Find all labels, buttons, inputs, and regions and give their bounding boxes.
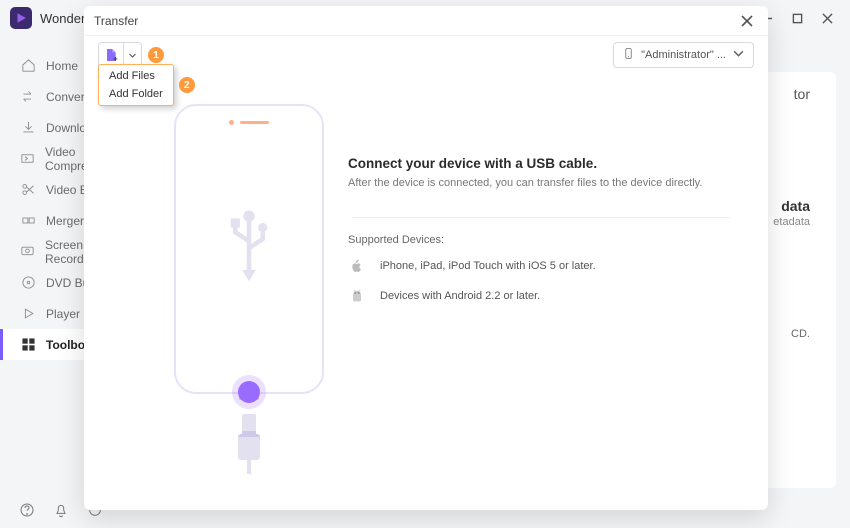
phone-home-button <box>238 381 260 403</box>
device-selector-label: "Administrator" ... <box>641 49 726 61</box>
modal-content: Connect your device with a USB cable. Af… <box>348 156 740 318</box>
menu-item-add-folder[interactable]: Add Folder <box>99 85 173 103</box>
android-icon <box>348 288 366 304</box>
help-icon[interactable] <box>18 501 36 519</box>
device-selector[interactable]: "Administrator" ... <box>613 42 754 68</box>
download-icon <box>20 120 36 136</box>
callout-badge-2: 2 <box>179 77 195 93</box>
content-title: Connect your device with a USB cable. <box>348 156 740 171</box>
supported-title: Supported Devices: <box>348 234 740 246</box>
home-icon <box>20 58 36 74</box>
modal-header: Transfer <box>84 6 768 36</box>
disc-icon <box>20 275 36 291</box>
modal-toolbar: + 1 "Administrator" ... <box>84 36 768 74</box>
phone-outline <box>174 104 324 394</box>
transfer-modal: Transfer + 1 "Administrator" ... Add Fil… <box>84 6 768 510</box>
grid-icon <box>20 337 36 353</box>
app-logo <box>10 7 32 29</box>
menu-item-add-files[interactable]: Add Files <box>99 67 173 85</box>
supported-device-label: iPhone, iPad, iPod Touch with iOS 5 or l… <box>380 260 596 272</box>
sidebar-item-label: Merger <box>46 214 84 228</box>
phone-speaker <box>229 120 269 124</box>
bg-text: CD. <box>791 328 810 340</box>
modal-title: Transfer <box>94 14 138 28</box>
supported-device-android: Devices with Android 2.2 or later. <box>348 288 740 304</box>
sidebar-item-label: Home <box>46 59 78 73</box>
scissors-icon <box>20 182 36 198</box>
app-name: Wonder <box>40 11 85 26</box>
svg-text:+: + <box>113 55 118 63</box>
supported-device-ios: iPhone, iPad, iPod Touch with iOS 5 or l… <box>348 258 740 274</box>
add-dropdown-menu: Add Files Add Folder 2 <box>98 64 174 106</box>
apple-icon <box>348 258 366 274</box>
play-icon <box>20 306 36 322</box>
merge-icon <box>20 213 36 229</box>
content-subtitle: After the device is connected, you can t… <box>348 177 740 189</box>
window-close-button[interactable] <box>814 5 840 31</box>
bell-icon[interactable] <box>52 501 70 519</box>
converter-icon <box>20 89 36 105</box>
callout-badge-1: 1 <box>148 47 164 63</box>
record-icon <box>20 244 35 260</box>
chevron-down-icon <box>732 47 745 63</box>
phone-illustration <box>144 104 354 474</box>
bg-text: tor <box>794 86 810 102</box>
add-file-icon: + <box>99 47 123 63</box>
modal-close-button[interactable] <box>736 10 758 32</box>
window-maximize-button[interactable] <box>784 5 810 31</box>
bg-text: data <box>781 198 810 214</box>
sidebar-item-label: Player <box>46 307 80 321</box>
phone-icon <box>622 47 635 63</box>
compress-icon <box>20 151 35 167</box>
usb-cable <box>239 414 259 474</box>
bg-text: etadata <box>773 216 810 228</box>
usb-icon <box>224 207 274 292</box>
divider <box>352 217 730 218</box>
supported-device-label: Devices with Android 2.2 or later. <box>380 290 540 302</box>
